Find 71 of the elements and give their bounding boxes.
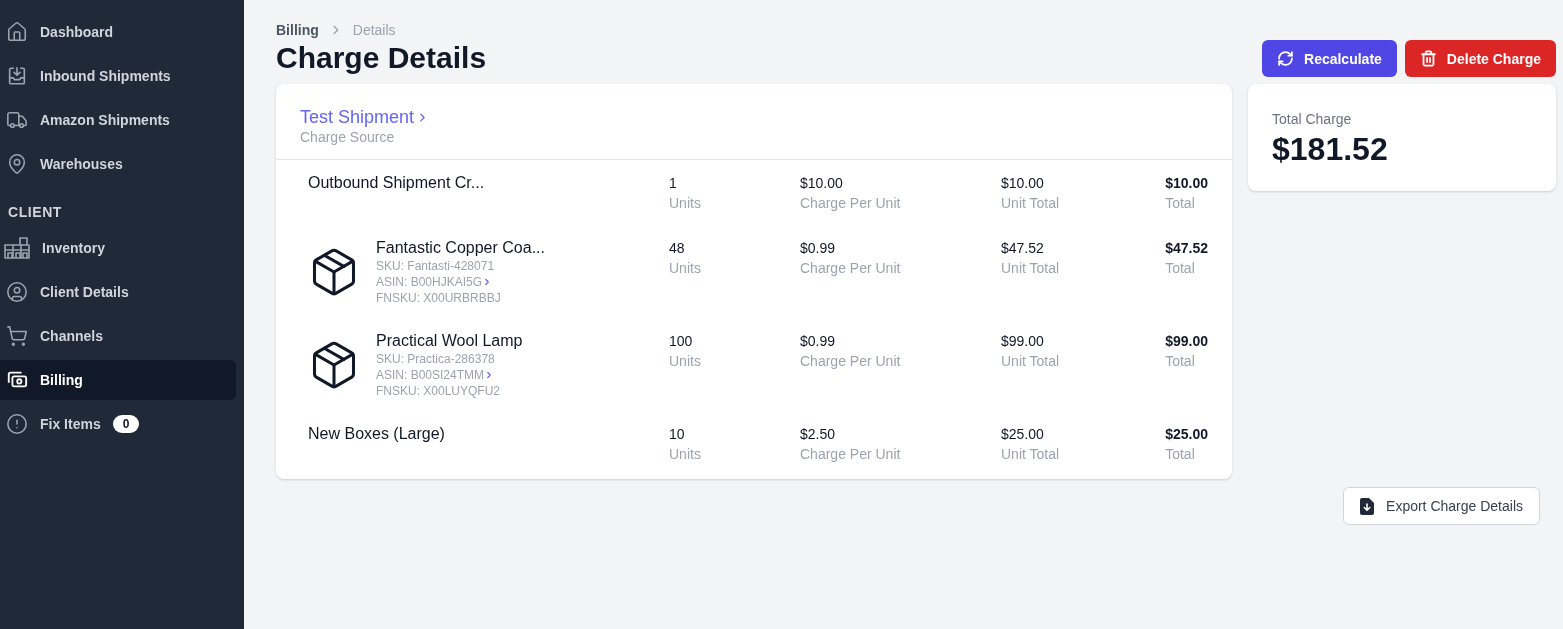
recalculate-button[interactable]: Recalculate [1262, 40, 1397, 77]
total-value: $47.52 [1165, 239, 1208, 258]
subtotal-label: Unit Total [1001, 352, 1060, 371]
total-label: Total [1165, 194, 1195, 213]
price-value: $2.50 [800, 425, 836, 444]
subtotal-label: Unit Total [1001, 445, 1060, 464]
subtotal-value: $99.00 [1001, 332, 1044, 351]
sku-text: SKU: Practica-286378 [376, 351, 495, 367]
subtotal-value: $10.00 [1001, 174, 1044, 193]
units-value: 1 [669, 174, 677, 193]
alert-circle-icon [6, 413, 28, 435]
breadcrumb-link[interactable]: Billing [276, 22, 319, 38]
total-value: $99.00 [1165, 332, 1208, 351]
price-value: $0.99 [800, 239, 836, 258]
truck-icon [6, 109, 28, 131]
sku-text: SKU: Fantasti-428071 [376, 258, 495, 274]
price-label: Charge Per Unit [800, 194, 901, 213]
sidebar-item[interactable]: Channels [0, 316, 236, 356]
charge-name: Outbound Shipment Cr... [308, 173, 485, 193]
fnsku-text: FNSKU: X00LUYQFU2 [376, 383, 501, 399]
home-icon [6, 21, 28, 43]
total-charge-value: $181.52 [1272, 130, 1388, 169]
trash-icon [1419, 50, 1437, 67]
sidebar-item[interactable]: Dashboard [0, 12, 236, 52]
charge-name: New Boxes (Large) [308, 424, 445, 444]
price-label: Charge Per Unit [800, 445, 901, 464]
sidebar-item[interactable]: Fix Items 0 [0, 404, 236, 444]
total-label: Total [1165, 259, 1195, 278]
total-charge-label: Total Charge [1272, 110, 1352, 129]
map-pin-icon [6, 153, 28, 175]
inbox-download-icon [6, 65, 28, 87]
price-label: Charge Per Unit [800, 352, 901, 371]
section-heading: CLIENT [7, 203, 63, 222]
delete-button[interactable]: Delete Charge [1404, 40, 1556, 77]
units-label: Units [669, 194, 701, 213]
page-title: Charge Details [276, 40, 487, 76]
source-label: Charge Source [300, 128, 395, 146]
subtotal-label: Unit Total [1001, 259, 1060, 278]
sidebar-item[interactable]: Warehouses [0, 144, 236, 184]
units-value: 10 [669, 425, 685, 444]
total-value: $10.00 [1165, 174, 1208, 193]
subtotal-label: Unit Total [1001, 194, 1060, 213]
sidebar-item[interactable]: Client Details [0, 272, 236, 312]
subtotal-value: $25.00 [1001, 425, 1044, 444]
refresh-icon [1277, 50, 1294, 67]
sidebar-item[interactable]: Inbound Shipments [0, 56, 236, 96]
cart-icon [6, 325, 28, 347]
units-label: Units [669, 259, 701, 278]
price-value: $10.00 [800, 174, 843, 193]
units-value: 48 [669, 239, 685, 258]
units-label: Units [669, 445, 701, 464]
sidebar-item[interactable]: Billing [0, 360, 236, 400]
price-value: $0.99 [800, 332, 836, 351]
document-download-icon [1360, 497, 1375, 515]
product-name: Practical Wool Lamp [376, 331, 523, 351]
subtotal-value: $47.52 [1001, 239, 1044, 258]
total-label: Total [1165, 445, 1195, 464]
units-label: Units [669, 352, 701, 371]
sidebar-item[interactable]: Inventory [0, 228, 236, 268]
fnsku-text: FNSKU: X00URBRBBJ [376, 290, 501, 306]
units-value: 100 [669, 332, 693, 351]
total-value: $25.00 [1165, 425, 1208, 444]
export-button[interactable]: Export Charge Details [1343, 487, 1540, 525]
sidebar-item[interactable]: Amazon Shipments [0, 100, 236, 140]
shelves-icon [4, 237, 30, 259]
user-circle-icon [6, 281, 28, 303]
total-label: Total [1165, 352, 1195, 371]
price-label: Charge Per Unit [800, 259, 901, 278]
source-link[interactable]: Test Shipment [300, 106, 430, 128]
product-name: Fantastic Copper Coa... [376, 238, 545, 258]
count-badge: 0 [112, 415, 140, 433]
